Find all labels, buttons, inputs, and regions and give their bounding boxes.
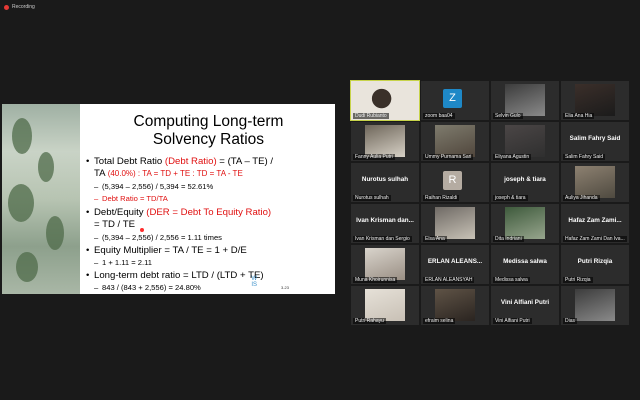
participant-name-label: Elia Ana Hia <box>563 113 595 119</box>
participant-name-label: Ivan Krisman dan Sergio <box>353 236 412 242</box>
participant-name-label: Putri Rahayu <box>353 318 386 324</box>
shared-screen[interactable]: Computing Long-term Solvency Ratios Tota… <box>2 104 335 294</box>
slide-page-number: 3-23 <box>280 285 289 290</box>
participant-tile[interactable]: Dias <box>561 286 629 325</box>
participant-name-label: Hafaz Zam Zami Dan Iva... <box>563 236 627 242</box>
participant-display-name: Medissa salwa <box>503 258 547 265</box>
participant-name-label: Raihan Rizaldi <box>423 195 460 201</box>
participant-video <box>575 166 615 198</box>
participant-video <box>365 289 405 321</box>
participant-name-label: Ummy Purnama Sari <box>423 154 474 160</box>
participant-tile[interactable]: Auliya Jihanda <box>561 163 629 202</box>
participant-tile[interactable]: Putri Rizqia Putri Rizqia <box>561 245 629 284</box>
participant-tile[interactable]: Hafaz Zam Zami... Hafaz Zam Zami Dan Iva.… <box>561 204 629 243</box>
participant-tile[interactable]: Elia Ana Hia <box>561 81 629 120</box>
participant-display-name: Vini Alfiani Putri <box>500 299 550 306</box>
participant-tile[interactable]: Vini Alfiani Putri Vini Alfiani Putri <box>491 286 559 325</box>
participant-video <box>505 125 545 157</box>
slide-title: Computing Long-term Solvency Ratios <box>133 113 284 148</box>
publisher-logo: W IS <box>251 276 257 288</box>
participant-name-label: Dias <box>563 318 578 324</box>
bullet-equity-multiplier: Equity Multiplier = TA / TE = 1 + D/E <box>86 245 324 257</box>
participant-video <box>365 125 405 157</box>
participant-name-label: ERLAN ALEANSYAH <box>423 277 475 283</box>
slide-content: Computing Long-term Solvency Ratios Tota… <box>82 104 335 294</box>
participant-name-label: joseph & tiara <box>493 195 528 201</box>
participant-display-name: Nurotus sulhah <box>361 176 409 183</box>
participant-tile[interactable]: Dita Indriani <box>491 204 559 243</box>
participant-name-label: Muna Khoirunnisa <box>353 277 398 283</box>
bullet-debt-equity: Debt/Equity (DER = Debt To Equity Ratio)… <box>86 207 324 230</box>
participant-name-label: Eliyana Agustin <box>493 154 532 160</box>
participant-display-name: joseph & tiara <box>504 176 546 183</box>
participant-tile[interactable]: Zzoom baa04 <box>421 81 489 120</box>
participant-name-label: efraim selina <box>423 318 456 324</box>
participant-video <box>365 248 405 280</box>
participant-tile[interactable]: Elsa Ana <box>421 204 489 243</box>
participant-tile[interactable]: Dudi Rubianto <box>350 80 420 121</box>
participant-video <box>505 207 545 239</box>
participant-name-label: Auliya Jihanda <box>563 195 600 201</box>
participant-display-name: Hafaz Zam Zami... <box>568 217 622 224</box>
participant-video <box>575 84 615 116</box>
sub-total-debt-calc: (5,394 – 2,556) / 5,394 = 52.61% <box>94 182 317 191</box>
participant-tile[interactable]: ERLAN ALEANS... ERLAN ALEANSYAH <box>421 245 489 284</box>
bullet-long-term-debt-ratio: Long-term debt ratio = LTD / (LTD + TE) <box>86 270 324 282</box>
participant-name-label: Dudi Rubianto <box>353 113 389 119</box>
participant-display-name: ERLAN ALEANS... <box>427 258 483 265</box>
participant-tile[interactable]: Ummy Purnama Sari <box>421 122 489 161</box>
participant-display-name: Ivan Krisman dan... <box>356 217 414 224</box>
participant-avatar: Z <box>443 89 462 108</box>
participant-tile[interactable]: Selvin Gulo <box>491 81 559 120</box>
participant-video <box>575 289 615 321</box>
participant-tile[interactable]: Eliyana Agustin <box>491 122 559 161</box>
participant-name-label: Fanny Aulia Putri <box>353 154 395 160</box>
participant-name-label: zoom baa04 <box>423 113 455 119</box>
participant-name-label: Salim Fahry Said <box>563 154 606 160</box>
bullet-total-debt-ratio: Total Debt Ratio (Debt Ratio) = (TA – TE… <box>86 156 324 179</box>
sub-equity-multiplier-calc: 1 + 1.11 = 2.11 <box>94 258 317 267</box>
participant-name-label: Dita Indriani <box>493 236 524 242</box>
participant-tile[interactable]: Putri Rahayu <box>351 286 419 325</box>
participant-name-label: Medissa salwa <box>493 277 530 283</box>
participant-tile[interactable]: joseph & tiara joseph & tiara <box>491 163 559 202</box>
participant-name-label: Vini Alfiani Putri <box>493 318 532 324</box>
participant-display-name: Salim Fahry Said <box>569 135 621 142</box>
participant-name-label: Putri Rizqia <box>563 277 593 283</box>
participant-name-label: Elsa Ana <box>423 236 447 242</box>
participant-tile[interactable]: Ivan Krisman dan... Ivan Krisman dan Serg… <box>351 204 419 243</box>
recording-label: Recording <box>12 4 35 10</box>
slide-leaf-background <box>2 104 80 294</box>
participant-video <box>435 207 475 239</box>
participant-tile[interactable]: Nurotus sulhah Nurotus sulhah <box>351 163 419 202</box>
sub-debt-ratio-def: Debt Ratio = TD/TA <box>94 194 317 203</box>
participant-tile[interactable]: efraim selina <box>421 286 489 325</box>
participant-tile[interactable]: Muna Khoirunnisa <box>351 245 419 284</box>
participant-video <box>505 84 545 116</box>
record-dot-icon <box>4 4 9 10</box>
participant-tile[interactable]: Salim Fahry Said Salim Fahry Said <box>561 122 629 161</box>
sub-debt-equity-calc: (5,394 – 2,556) / 2,556 = 1.11 times <box>94 233 317 242</box>
participant-name-label: Selvin Gulo <box>493 113 523 119</box>
participant-avatar: R <box>443 171 462 190</box>
participant-video <box>435 125 475 157</box>
recording-indicator: Recording <box>4 4 35 10</box>
participant-tile[interactable]: Fanny Aulia Putri <box>351 122 419 161</box>
participant-tile[interactable]: R Raihan Rizaldi <box>421 163 489 202</box>
laser-pointer-icon <box>140 228 144 232</box>
participant-display-name: Putri Rizqia <box>577 258 613 265</box>
participant-name-label: Nurotus sulhah <box>353 195 391 201</box>
participant-video <box>435 289 475 321</box>
participant-tile[interactable]: Medissa salwa Medissa salwa <box>491 245 559 284</box>
